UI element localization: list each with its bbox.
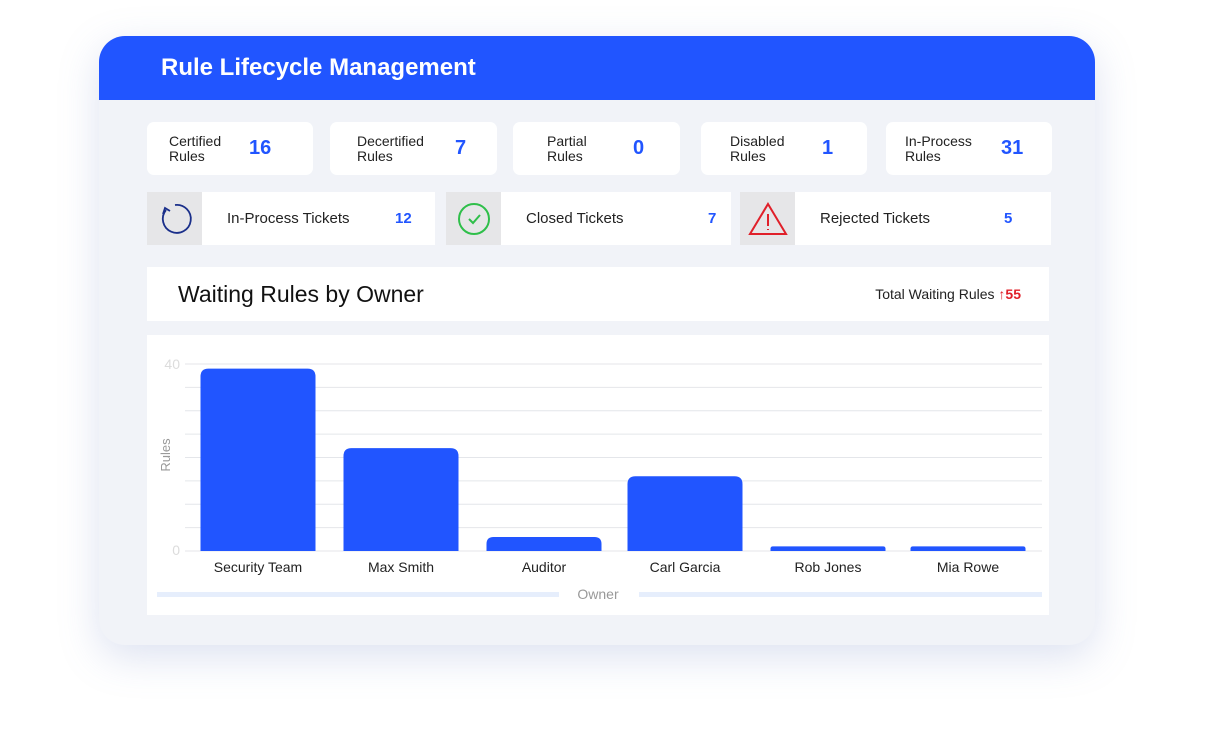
bar [770,546,886,551]
ticket-label: In-Process Tickets [227,210,350,227]
stat-value: 16 [249,137,272,159]
ticket-closed[interactable]: Closed Tickets 7 [446,192,731,245]
stat-label-line: Disabled [730,132,785,149]
total-waiting-rules: Total Waiting Rules ↑55 [875,286,1021,302]
x-tick-label: Max Smith [368,559,434,575]
refresh-icon [147,192,202,245]
bar [486,536,602,551]
stat-partial-rules[interactable]: Partial Rules 0 [513,122,680,175]
stat-label-line: Certified [169,132,222,149]
scrollbar-track [157,592,559,597]
stat-value: 31 [1001,137,1024,159]
stat-in-process-rules[interactable]: In-Process Rules 31 [886,122,1052,175]
warning-icon [740,192,795,245]
rule-lifecycle-card: Rule Lifecycle Management Certified Rules… [99,36,1095,645]
ticket-label: Rejected Tickets [820,210,931,227]
bar-chart: 40 0 Rules Security Team Max Smith Auditor Car… [147,335,1049,615]
y-tick-label: 40 [164,356,180,372]
stat-label: Disabled Rules [730,132,822,164]
stat-value: 7 [455,137,467,159]
x-tick-label: Mia Rowe [937,559,999,575]
bar [910,546,1026,551]
stat-label: Decertified Rules [357,132,455,164]
ticket-label: Closed Tickets [526,210,624,227]
ticket-value: 5 [1004,210,1013,227]
y-tick-label: 0 [172,542,180,558]
stat-label: Partial Rules [547,132,633,164]
bar [343,448,459,551]
ticket-value: 12 [395,210,412,227]
y-axis-label: Rules [158,438,173,472]
stat-label-line: Partial [547,132,587,149]
stat-certified-rules[interactable]: Certified Rules 16 [147,122,313,175]
scrollbar-track [639,592,1042,597]
stat-label-line: Rules [357,147,393,164]
stat-label-line: In-Process [905,132,972,149]
bar [627,476,743,551]
x-tick-label: Carl Garcia [650,559,721,575]
chart-header: Waiting Rules by Owner Total Waiting Rul… [147,267,1049,321]
stat-label: In-Process Rules [905,132,1001,164]
x-tick-label: Auditor [522,559,567,575]
ticket-rejected[interactable]: Rejected Tickets 5 [740,192,1051,245]
chart-svg: 40 0 Rules Security Team Max Smith Auditor Car… [157,356,1042,602]
stat-decertified-rules[interactable]: Decertified Rules 7 [330,122,497,175]
stat-label-line: Rules [169,147,205,164]
ticket-value: 7 [708,210,717,227]
chart-title: Waiting Rules by Owner [178,280,424,307]
x-axis-label: Owner [577,586,619,602]
total-label: Total Waiting Rules [875,286,995,302]
stat-value: 0 [633,137,645,159]
stat-label-line: Rules [905,147,941,164]
stat-label-line: Rules [547,147,583,164]
bar [200,368,316,551]
ticket-in-process[interactable]: In-Process Tickets 12 [147,192,435,245]
check-circle-icon [446,192,501,245]
page-title: Rule Lifecycle Management [99,36,1095,100]
x-tick-label: Security Team [214,559,302,575]
stat-label-line: Rules [730,147,766,164]
stat-label: Certified Rules [169,132,249,164]
x-tick-label: Rob Jones [795,559,862,575]
stat-disabled-rules[interactable]: Disabled Rules 1 [701,122,867,175]
stat-label-line: Decertified [357,132,424,149]
stat-value: 1 [822,137,834,159]
total-value: 55 [1005,286,1021,302]
